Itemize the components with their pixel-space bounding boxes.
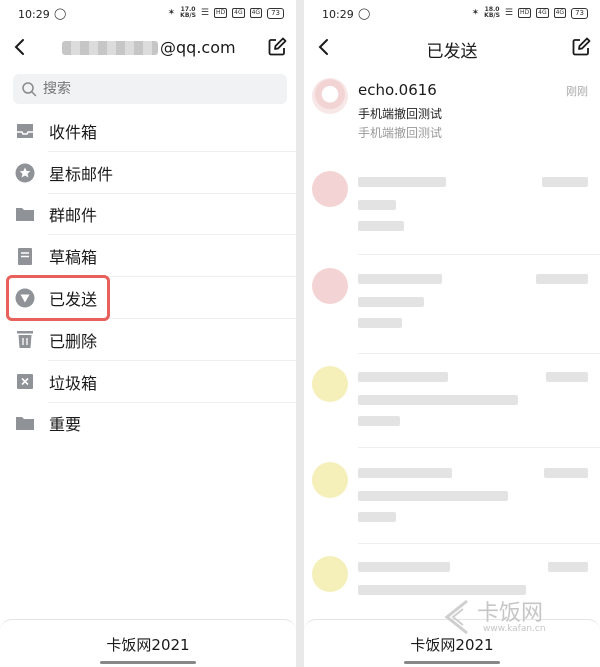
watermark-name: 卡饭网 — [477, 601, 544, 626]
status-icons: ✶ 18.0 KB/S ☰ HD 4G 4G 73 — [472, 7, 588, 19]
status-bar: 10:29 ◯ ✶ 18.0 KB/S ☰ HD 4G 4G 73 — [304, 0, 600, 28]
status-bar: 10:29 ◯ ✶ 17.0 KB/S ☰ HD 4G 4G 73 — [0, 0, 296, 28]
page-title: 已发送 — [426, 42, 478, 62]
compose-icon[interactable] — [570, 36, 592, 58]
mail-item-blurred[interactable] — [304, 165, 600, 255]
status-time: 10:29 — [322, 8, 354, 21]
chat-bubble-icon: ◯ — [358, 7, 371, 20]
bottom-bar-label: 卡饭网2021 — [106, 636, 190, 654]
avatar — [312, 78, 348, 114]
folder-label: 群邮件 — [49, 206, 98, 226]
folder-spam[interactable]: 垃圾箱 — [0, 361, 296, 403]
hd-badge: HD — [518, 8, 532, 18]
mail-item[interactable]: echo.0616 刚刚 手机端撤回测试 手机端撤回测试 — [304, 72, 600, 150]
sent-folder-highlight — [6, 275, 110, 321]
mail-preview: 手机端撤回测试 — [358, 126, 443, 140]
mail-sender: echo.0616 — [358, 81, 437, 99]
signal-4g-b: 4G — [249, 8, 263, 18]
sent-mail-pane: 10:29 ◯ ✶ 18.0 KB/S ☰ HD 4G 4G 73 已发送 ech… — [304, 0, 600, 667]
battery-icon: 73 — [267, 7, 284, 19]
masked-username — [62, 40, 158, 55]
bottom-bar: 卡饭网2021 — [0, 619, 296, 667]
mail-item-blurred[interactable] — [304, 456, 600, 544]
folder-starred[interactable]: 星标邮件 — [0, 152, 296, 194]
network-speed: 18.0 KB/S — [484, 6, 500, 19]
folder-important[interactable]: 重要 — [0, 403, 296, 445]
folder-drafts[interactable]: 草稿箱 — [0, 235, 296, 278]
folder-label: 收件箱 — [49, 122, 98, 142]
mail-item-blurred[interactable] — [304, 262, 600, 354]
hd-badge: HD — [214, 8, 228, 18]
important-folder-icon — [15, 413, 35, 433]
mail-item-blurred[interactable] — [304, 360, 600, 448]
gesture-handle[interactable] — [100, 661, 196, 664]
folder-label: 已删除 — [49, 331, 98, 351]
folder-label: 草稿箱 — [49, 248, 98, 268]
drafts-icon — [15, 246, 35, 266]
signal-4g-b: 4G — [553, 8, 567, 18]
avatar — [312, 556, 348, 592]
avatar — [312, 268, 348, 304]
avatar — [312, 366, 348, 402]
signal-4g-a: 4G — [536, 8, 549, 18]
account-email: @qq.com — [62, 38, 236, 57]
sent-header: 已发送 — [304, 30, 600, 68]
status-icons: ✶ 17.0 KB/S ☰ HD 4G 4G 73 — [168, 7, 284, 19]
spam-icon — [15, 372, 35, 392]
watermark-url: www.kafan.cn — [483, 624, 546, 634]
group-folder-icon — [15, 204, 35, 224]
folder-pane: 10:29 ◯ ✶ 17.0 KB/S ☰ HD 4G 4G 73 @qq.com… — [0, 0, 296, 667]
folder-label: 重要 — [49, 415, 82, 435]
search-input[interactable] — [43, 81, 263, 97]
chat-bubble-icon: ◯ — [54, 7, 67, 20]
folder-header: @qq.com — [0, 30, 296, 68]
wifi-icon: ☰ — [504, 8, 513, 18]
search-icon — [22, 82, 37, 97]
watermark: 卡饭网 www.kafan.cn — [437, 595, 592, 639]
inbox-icon — [15, 121, 35, 141]
search-box[interactable] — [13, 74, 287, 104]
gesture-handle[interactable] — [404, 661, 500, 664]
avatar — [312, 171, 348, 207]
folder-label: 星标邮件 — [49, 164, 114, 184]
folder-deleted[interactable]: 已删除 — [0, 319, 296, 361]
mail-time: 刚刚 — [566, 85, 588, 98]
battery-icon: 73 — [571, 7, 588, 19]
back-arrow-icon[interactable] — [10, 36, 32, 58]
kafan-logo-icon — [444, 599, 468, 635]
wifi-icon: ☰ — [200, 8, 209, 18]
mail-subject: 手机端撤回测试 — [358, 107, 443, 121]
avatar — [312, 462, 348, 498]
bluetooth-icon: ✶ — [471, 8, 480, 18]
folder-label: 垃圾箱 — [49, 373, 98, 393]
folder-inbox[interactable]: 收件箱 — [0, 110, 296, 152]
signal-4g-a: 4G — [232, 8, 245, 18]
star-icon — [15, 163, 35, 183]
trash-icon — [15, 330, 35, 350]
network-speed: 17.0 KB/S — [180, 6, 196, 19]
bluetooth-icon: ✶ — [167, 8, 176, 18]
folder-group-mail[interactable]: 群邮件 — [0, 194, 296, 236]
compose-icon[interactable] — [266, 36, 288, 58]
status-time: 10:29 — [18, 8, 50, 21]
